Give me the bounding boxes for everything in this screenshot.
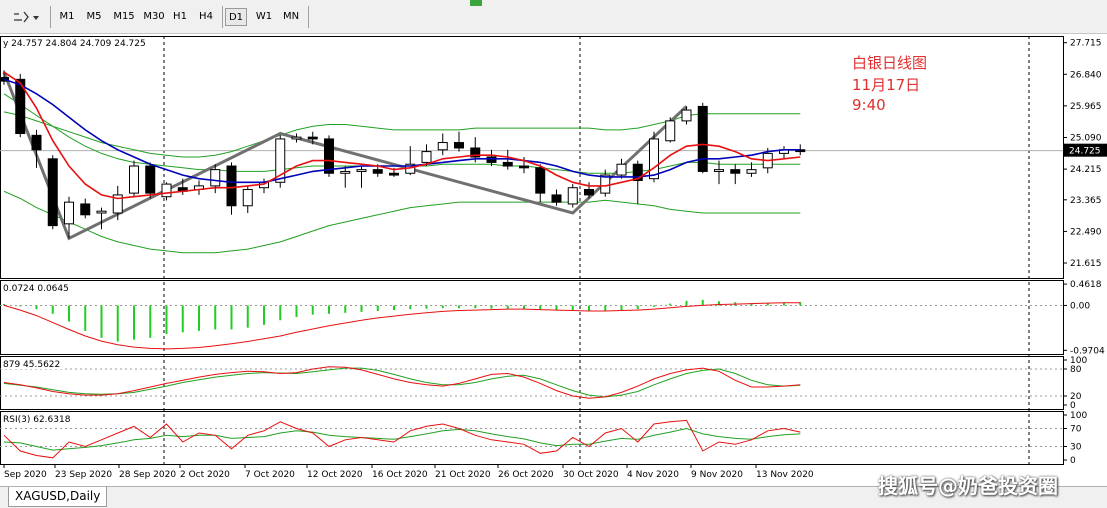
tf-m15-button[interactable]: M15 (110, 8, 138, 26)
price-tick-label: 23.365 (1070, 196, 1102, 206)
bear-candle (47, 158, 58, 227)
bull-candle (340, 170, 351, 174)
rsi-tick-label: 30 (1070, 443, 1082, 453)
rsi-tick-label: 0 (1070, 456, 1076, 466)
date-tick-label: 4 Nov 2020 (627, 470, 679, 480)
bear-candle (454, 142, 464, 149)
bull-candle (567, 187, 578, 205)
bear-candle (80, 203, 91, 216)
bear-candle (519, 165, 529, 169)
toolbar-separator (222, 6, 223, 28)
bull-candle (161, 183, 172, 198)
bull-candle (616, 163, 627, 176)
date-tick-label: 16 Oct 2020 (372, 470, 428, 480)
bear-candle (31, 134, 42, 151)
price-tick-label: 24.215 (1070, 165, 1102, 175)
bull-candle (714, 169, 724, 172)
date-tick-label: 21 Oct 2020 (435, 470, 491, 480)
bear-candle (551, 194, 562, 203)
bull-candle (129, 165, 139, 194)
bull-candle (242, 189, 253, 207)
macd-tick-label: 0.4618 (1070, 280, 1102, 290)
macd-pane-frame (0, 280, 1064, 355)
toolbar-menu-icon[interactable] (10, 8, 40, 26)
bear-candle (389, 172, 399, 176)
bull-candle (665, 120, 676, 142)
bull-candle (96, 210, 107, 214)
rsi-pane-frame (0, 411, 1064, 465)
rsi-tick-label: 70 (1070, 425, 1082, 435)
watermark: 搜狐号@奶爸投资圈 (878, 474, 1058, 498)
bull-candle (649, 138, 659, 180)
bear-candle (145, 165, 156, 194)
bear-candle (697, 105, 708, 172)
symbol-tab[interactable]: XAGUSD,Daily (8, 487, 108, 507)
date-tick-label: 30 Oct 2020 (563, 470, 619, 480)
tf-h4-button[interactable]: H4 (196, 8, 216, 26)
date-tick-label: 12 Oct 2020 (307, 470, 363, 480)
bear-candle (307, 136, 318, 140)
bear-candle (226, 165, 237, 207)
bear-candle (324, 138, 334, 174)
bull-candle (356, 169, 367, 172)
bull-candle (291, 136, 302, 140)
price-tick-label: 25.965 (1070, 102, 1102, 112)
date-tick-label: 13 Nov 2020 (756, 470, 814, 480)
bull-candle (421, 151, 432, 163)
date-tick-label: 26 Oct 2020 (498, 470, 554, 480)
bear-candle (372, 169, 383, 174)
date-tick-label: 23 Sep 2020 (55, 470, 112, 480)
tf-w1-button[interactable]: W1 (254, 8, 274, 26)
price-tick-label: 26.840 (1070, 70, 1102, 80)
bull-candle (64, 201, 74, 225)
macd-header-text: 0.0724 0.0645 (3, 284, 69, 294)
stochastic-pane-frame (0, 356, 1064, 410)
price-header-text: y 24.757 24.804 24.709 24.725 (3, 39, 146, 49)
timeframe-toolbar: M1 M5 M15 M30 H1 H4 D1 W1 MN (0, 0, 1107, 34)
annotation-title: 白银日线图 (852, 54, 928, 72)
bear-candle (486, 156, 497, 163)
tf-h1-button[interactable]: H1 (170, 8, 190, 26)
price-tick-label: 21.615 (1070, 259, 1102, 269)
bear-candle (730, 169, 741, 174)
tf-m1-button[interactable]: M1 (56, 8, 78, 26)
rsi-header-text: RSI(3) 62.6318 (3, 415, 71, 425)
date-tick-label: 7 Oct 2020 (245, 470, 295, 480)
bull-candle (600, 174, 611, 194)
bull-candle (681, 109, 692, 122)
date-tick-label: 28 Sep 2020 (119, 470, 176, 480)
current-price-label: 24.725 (1069, 147, 1101, 157)
annotation-date: 11月17日 (852, 76, 921, 94)
date-tick-label: 9 Nov 2020 (691, 470, 743, 480)
price-tick-label: 27.715 (1070, 39, 1102, 49)
macd-tick-label: -0.9704 (1070, 346, 1105, 356)
bear-candle (502, 161, 513, 167)
bear-candle (584, 189, 594, 196)
tf-m5-button[interactable]: M5 (83, 8, 105, 26)
chart-area[interactable]: 27.715 26.840 25.965 25.090 24.215 23.365 22.4… (0, 34, 1107, 486)
bear-candle (535, 167, 546, 194)
rsi-tick-label: 100 (1070, 411, 1087, 421)
toolbar-separator (50, 6, 51, 28)
date-tick-label: 2 Oct 2020 (180, 470, 230, 480)
macd-tick-label: 0.00 (1070, 301, 1090, 311)
tf-m30-button[interactable]: M30 (140, 8, 168, 26)
price-tick-label: 25.090 (1070, 133, 1102, 143)
toolbar-separator (308, 6, 309, 28)
stochastic-header-text: 879 45.5622 (3, 360, 60, 370)
bull-candle (437, 142, 448, 151)
status-indicator (470, 0, 482, 6)
date-tick-label: Sep 2020 (4, 470, 47, 480)
cursor-tools-icon (14, 11, 39, 23)
tf-mn-button[interactable]: MN (280, 8, 302, 26)
tf-d1-button[interactable]: D1 (225, 8, 247, 26)
bull-candle (210, 169, 221, 187)
stochastic-tick-label: 0 (1070, 401, 1076, 411)
bull-candle (746, 169, 757, 174)
price-tick-label: 22.490 (1070, 227, 1102, 237)
stochastic-tick-label: 80 (1070, 365, 1082, 375)
annotation-time: 9:40 (852, 96, 886, 114)
